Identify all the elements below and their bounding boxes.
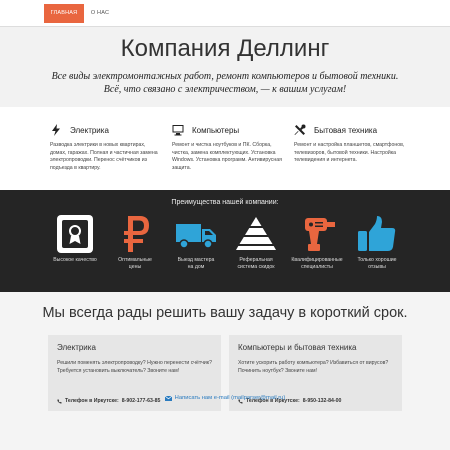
advantage-label: Квалифицированные	[291, 257, 343, 263]
email-link[interactable]: Написать нам e-mail (mailparser@mail.ru)	[0, 395, 450, 401]
service-computers: Компьютеры Ремонт и чистка ноутбуков и П…	[172, 123, 284, 172]
service-title: Бытовая техника	[314, 125, 378, 135]
contact-section: Мы всегда рады решить вашу задачу в коро…	[0, 292, 450, 450]
thumbs-up-icon	[355, 214, 399, 254]
ruble-icon	[113, 214, 157, 254]
advantage-item: Оптимальные цены	[105, 214, 165, 271]
advantage-item: Квалифицированные специалисты	[287, 214, 347, 271]
page-title: Компания Деллинг	[120, 35, 330, 62]
advantage-label: отзывы	[368, 264, 386, 270]
advantage-label: Высокое качество	[53, 257, 97, 263]
service-text: Разводка электрики в новых квартирах, до…	[50, 142, 158, 171]
hero-section: Компания Деллинг Все виды электромонтажн…	[0, 27, 450, 107]
hero-subtitle: Все виды электромонтажных работ, ремонт …	[20, 70, 430, 96]
hero-subtitle-line-1: Все виды электромонтажных работ, ремонт …	[51, 71, 399, 82]
advantage-item: Реферальная система скидок	[226, 214, 286, 271]
service-text: Ремонт и настройка планшетов, смартфонов…	[294, 142, 405, 164]
advantage-label: Только хорошие	[357, 257, 397, 263]
nav-about-link[interactable]: О нас	[84, 4, 116, 23]
nav-home-link[interactable]: Главная	[44, 4, 84, 23]
drill-icon	[295, 214, 339, 254]
service-appliances: Бытовая техника Ремонт и настройка планш…	[294, 123, 406, 165]
advantage-label: Реферальная	[239, 257, 273, 263]
truck-icon	[174, 214, 218, 254]
certificate-icon	[53, 214, 97, 254]
advantages-section: Преимущества нашей компании: Высокое кач…	[0, 190, 450, 292]
card-text: Решили поменять электропроводку? Нужно п…	[57, 360, 212, 374]
service-title: Компьютеры	[192, 125, 240, 135]
card-title: Компьютеры и бытовая техника	[238, 343, 357, 352]
card-title: Электрика	[57, 343, 96, 352]
advantage-label: Выезд мастера	[177, 257, 215, 263]
email-link-text[interactable]: Написать нам e-mail (mailparser@mail.ru)	[175, 395, 286, 401]
card-text: Хотите ускорить работу компьютера? Избав…	[238, 360, 389, 374]
tools-icon	[294, 124, 308, 136]
advantage-label: цены	[128, 264, 142, 270]
advantage-item: Высокое качество	[45, 214, 105, 264]
hero-subtitle-line-2: Всё, что связано с электричеством, — к в…	[103, 84, 347, 95]
top-nav: Главная О нас	[0, 0, 450, 27]
monitor-icon	[172, 124, 186, 136]
service-title: Электрика	[70, 125, 109, 135]
service-text: Ремонт и чистка ноутбуков и ПК. Сборка, …	[172, 142, 282, 171]
advantages-title: Преимущества нашей компании:	[171, 199, 279, 206]
advantage-item: Только хорошие отзывы	[347, 214, 407, 271]
services-section: Электрика Разводка электрики в новых ква…	[0, 107, 450, 190]
contact-title: Мы всегда рады решить вашу задачу в коро…	[42, 305, 408, 321]
service-electrics: Электрика Разводка электрики в новых ква…	[50, 123, 162, 172]
mail-icon	[164, 395, 172, 401]
advantage-label: система скидок	[237, 264, 275, 270]
advantage-item: Выезд мастера на дом	[166, 214, 226, 271]
advantage-label: на дом	[187, 264, 205, 270]
advantage-label: Оптимальные	[118, 257, 152, 263]
advantage-label: специалисты	[301, 264, 333, 270]
bolt-icon	[50, 124, 64, 136]
pyramid-icon	[234, 214, 278, 254]
